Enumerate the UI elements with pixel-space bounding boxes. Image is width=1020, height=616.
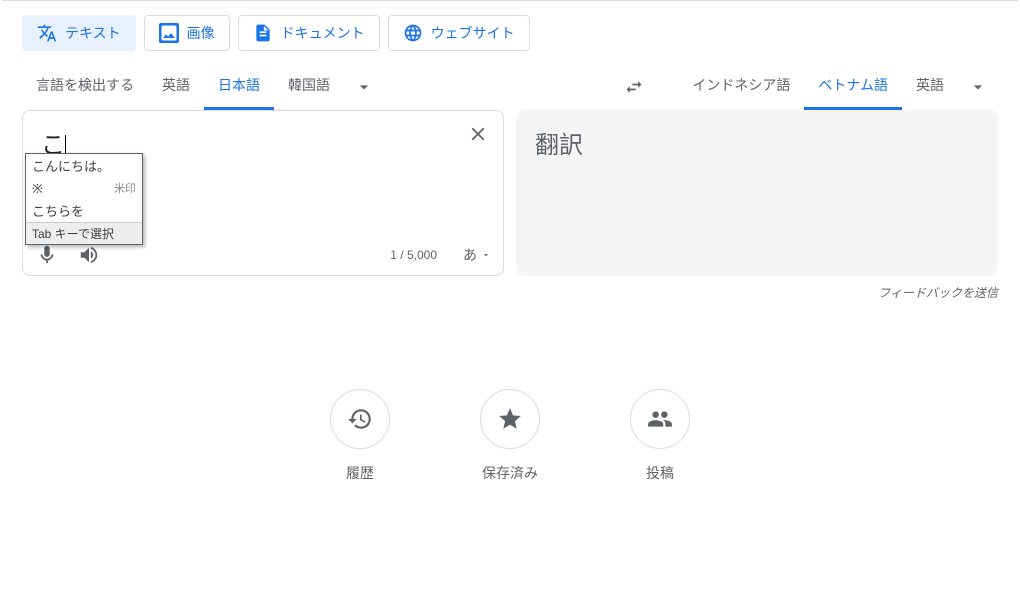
- history-icon: [330, 389, 390, 449]
- ime-char: あ: [463, 245, 477, 265]
- contribute-label: 投稿: [646, 463, 674, 483]
- contribute-action[interactable]: 投稿: [630, 389, 690, 483]
- history-action[interactable]: 履歴: [330, 389, 390, 483]
- document-icon: [253, 23, 273, 43]
- close-icon: [467, 123, 489, 145]
- source-lang-english[interactable]: 英語: [148, 63, 204, 110]
- target-panel: 翻訳: [516, 110, 998, 276]
- history-label: 履歴: [346, 463, 374, 483]
- tab-text-label: テキスト: [65, 23, 121, 43]
- source-panel: こ こんにちは。 ※ 米印 こちらを Tab キーで選択: [22, 110, 504, 276]
- tab-image[interactable]: 画像: [144, 15, 230, 51]
- target-lang-vietnamese[interactable]: ベトナム語: [804, 63, 902, 110]
- tab-text[interactable]: テキスト: [22, 15, 136, 51]
- tab-website[interactable]: ウェブサイト: [388, 15, 530, 51]
- tab-document-label: ドキュメント: [281, 23, 365, 43]
- ime-toggle[interactable]: あ: [463, 245, 491, 265]
- source-lang-detect[interactable]: 言語を検出する: [22, 63, 148, 110]
- suggestion-footer: Tab キーで選択: [26, 222, 142, 244]
- target-lang-indonesian[interactable]: インドネシア語: [678, 63, 804, 110]
- output-placeholder: 翻訳: [535, 132, 583, 159]
- source-lang-row: 言語を検出する 英語 日本語 韓国語: [22, 63, 614, 110]
- suggestion-item-2[interactable]: ※ 米印: [26, 177, 142, 199]
- clear-input-button[interactable]: [467, 123, 489, 148]
- tab-document[interactable]: ドキュメント: [238, 15, 380, 51]
- ime-dropdown-icon: [481, 250, 491, 260]
- people-icon: [630, 389, 690, 449]
- feedback-link[interactable]: フィードバックを送信: [878, 284, 998, 301]
- source-lang-korean[interactable]: 韓国語: [274, 63, 344, 110]
- suggestion-text: こんにちは。: [32, 156, 110, 175]
- saved-action[interactable]: 保存済み: [480, 389, 540, 483]
- tab-website-label: ウェブサイト: [431, 23, 515, 43]
- ime-suggestions: こんにちは。 ※ 米印 こちらを Tab キーで選択: [25, 153, 143, 245]
- source-lang-japanese[interactable]: 日本語: [204, 63, 274, 110]
- input-footer: 1 / 5,000 あ: [35, 243, 491, 267]
- microphone-icon: [36, 244, 58, 266]
- target-lang-row: インドネシア語 ベトナム語 英語: [678, 63, 998, 110]
- translate-icon: [37, 23, 57, 43]
- suggestion-annotation: 米印: [114, 180, 136, 196]
- suggestion-item-1[interactable]: こんにちは。: [26, 154, 142, 177]
- globe-icon: [403, 23, 423, 43]
- input-type-tabs: テキスト 画像 ドキュメント ウェブサイト: [2, 1, 1018, 63]
- suggestion-text: こちらを: [32, 201, 84, 220]
- suggestion-text: ※: [32, 179, 43, 197]
- star-icon: [480, 389, 540, 449]
- bottom-actions: 履歴 保存済み 投稿: [2, 389, 1018, 483]
- language-bar: 言語を検出する 英語 日本語 韓国語 インドネシア語 ベトナム語 英語: [2, 63, 1018, 110]
- listen-button[interactable]: [77, 243, 101, 267]
- source-lang-more[interactable]: [344, 67, 384, 107]
- swap-languages-button[interactable]: [614, 67, 654, 107]
- char-count: 1 / 5,000: [390, 248, 437, 262]
- triangle-down-icon: [481, 250, 491, 260]
- swap-icon: [624, 77, 644, 97]
- chevron-down-icon: [354, 77, 374, 97]
- tab-image-label: 画像: [187, 23, 215, 43]
- suggestion-item-3[interactable]: こちらを: [26, 199, 142, 222]
- speaker-icon: [78, 244, 100, 266]
- target-lang-more[interactable]: [958, 67, 998, 107]
- target-lang-english[interactable]: 英語: [902, 63, 958, 110]
- image-icon: [159, 23, 179, 43]
- mic-button[interactable]: [35, 243, 59, 267]
- chevron-down-icon: [968, 77, 988, 97]
- saved-label: 保存済み: [482, 463, 538, 483]
